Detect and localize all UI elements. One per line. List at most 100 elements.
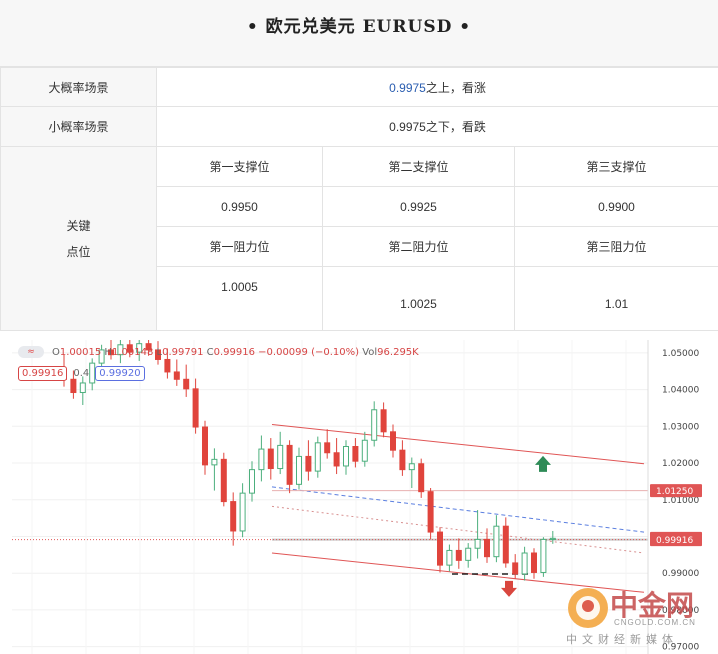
candle-body <box>455 549 462 561</box>
spread-value: 0.4 <box>73 368 90 379</box>
page-title: • 欧元兑美元 EURUSD • <box>246 17 472 37</box>
resistance-1-value: 1.0005 <box>156 266 323 331</box>
candle-body <box>427 491 434 533</box>
candle-body <box>230 501 237 532</box>
y-tick-label: 0.99000 <box>662 569 699 579</box>
candle-body <box>267 448 274 470</box>
y-tick-label: 1.05000 <box>662 349 699 359</box>
candle-body <box>211 458 218 466</box>
candle-body <box>380 409 387 433</box>
candle-body <box>314 442 321 472</box>
cngold-logo-icon <box>568 588 608 628</box>
support-2-header: 第二支撑位 <box>322 146 515 187</box>
candle-body <box>202 426 208 466</box>
low-probability-value: 0.9975之下，看跌 <box>155 106 718 147</box>
candle-body <box>474 538 481 549</box>
candle-body <box>531 552 537 573</box>
mid-trend-line <box>271 486 645 533</box>
low-probability-label: 小概率场景 <box>0 106 157 147</box>
candle-body <box>343 446 349 467</box>
candle-body <box>164 358 171 373</box>
cngold-watermark: 中金网 CNGOLD.COM.CN 中文财经新媒体 <box>548 582 718 654</box>
y-tick-label: 1.03000 <box>662 422 699 432</box>
candle-body <box>361 439 368 462</box>
high-probability-label: 大概率场景 <box>0 67 157 107</box>
candle-body <box>192 388 199 428</box>
candle-body <box>465 547 472 561</box>
support-3-value: 0.9900 <box>513 186 718 227</box>
support-1-value: 0.9950 <box>156 186 323 227</box>
ohlc-legend: ≈ O1.00015 H1.00148 L0.99791 C0.99916 −0.… <box>18 346 419 358</box>
candle-body <box>371 409 378 441</box>
row-high-probability: 大概率场景 0.9975之上，看涨 <box>0 67 718 107</box>
candle-body <box>183 378 190 390</box>
resistance-1-header: 第一阻力位 <box>156 226 323 267</box>
support-2-value: 0.9925 <box>322 186 515 227</box>
y-tick-label: 1.04000 <box>662 386 699 396</box>
candle-body <box>484 538 490 558</box>
close-value: 0.99916 <box>213 347 255 358</box>
candle-body <box>437 531 443 566</box>
price-tag-label: 1.01250 <box>656 487 693 497</box>
bid-price-box[interactable]: 0.99916 <box>18 366 68 381</box>
quote-boxes: 0.99916 0.4 0.99920 <box>18 366 145 381</box>
candle-body <box>173 371 180 380</box>
candle-body <box>277 444 284 470</box>
resistance-3-header: 第三阻力位 <box>513 226 718 267</box>
title-bar: • 欧元兑美元 EURUSD • <box>0 0 718 67</box>
resistance-2-header: 第二阻力位 <box>322 226 515 267</box>
candle-body <box>333 452 340 467</box>
candle-body <box>324 442 331 454</box>
candle-body <box>512 562 519 575</box>
resistance-3-value: 1.01 <box>513 266 718 331</box>
key-levels-label-line1: 关键 <box>66 218 91 233</box>
high-probability-value: 0.9975之上，看涨 <box>155 67 718 107</box>
candle-body <box>220 458 227 503</box>
key-levels-label-line2: 点位 <box>66 244 91 259</box>
support-3-header: 第三支撑位 <box>513 146 718 187</box>
candle-body <box>258 448 265 471</box>
open-value: 1.00015 <box>59 347 102 358</box>
candle-body <box>249 469 255 494</box>
up-arrow-icon <box>535 455 551 472</box>
candle-body <box>79 382 86 394</box>
candle-body <box>418 463 425 493</box>
key-levels-label: 关键 点位 <box>0 146 157 331</box>
watermark-slogan: 中文财经新媒体 <box>566 634 678 646</box>
price-tag-label: 0.99916 <box>656 536 693 546</box>
dotted-trend-line <box>271 505 645 554</box>
scenario-table: 大概率场景 0.9975之上，看涨 小概率场景 0.9975之下，看跌 关键 点… <box>0 67 718 331</box>
candle-body <box>493 525 500 558</box>
high-probability-level: 0.9975 <box>389 80 426 95</box>
candle-body <box>390 431 396 451</box>
candle-body <box>549 537 556 540</box>
candle-body <box>70 378 77 394</box>
row-support-headers: 关键 点位 第一支撑位 第二支撑位 第三支撑位 <box>0 146 718 331</box>
candle-body <box>540 538 547 573</box>
y-tick-label: 1.02000 <box>662 459 699 469</box>
low-probability-text: 之下，看跌 <box>425 120 486 134</box>
candle-body <box>446 549 453 566</box>
candle-body <box>239 492 246 532</box>
y-tick-label: 1.01000 <box>662 496 699 506</box>
watermark-url: CNGOLD.COM.CN <box>614 618 696 627</box>
support-1-header: 第一支撑位 <box>156 146 323 187</box>
candle-body <box>408 463 415 471</box>
low-probability-level: 0.9975 <box>389 120 426 134</box>
candle-body <box>521 552 528 575</box>
candle-body <box>286 444 293 485</box>
high-value: 1.00148 <box>111 347 154 358</box>
candle-body <box>305 455 312 472</box>
low-value: 0.99791 <box>162 347 204 358</box>
candle-body <box>296 455 302 485</box>
change-value: −0.00099 (−0.10%) <box>258 347 360 358</box>
high-probability-text: 之上，看涨 <box>425 80 486 95</box>
series-toggle[interactable]: ≈ <box>18 346 44 358</box>
down-arrow-icon <box>501 580 517 597</box>
candle-body <box>399 449 406 471</box>
volume-value: 96.295K <box>377 347 419 358</box>
ask-price-box[interactable]: 0.99920 <box>95 366 145 381</box>
candle-body <box>502 525 509 564</box>
candle-body <box>352 446 359 462</box>
row-low-probability: 小概率场景 0.9975之下，看跌 <box>0 106 718 147</box>
